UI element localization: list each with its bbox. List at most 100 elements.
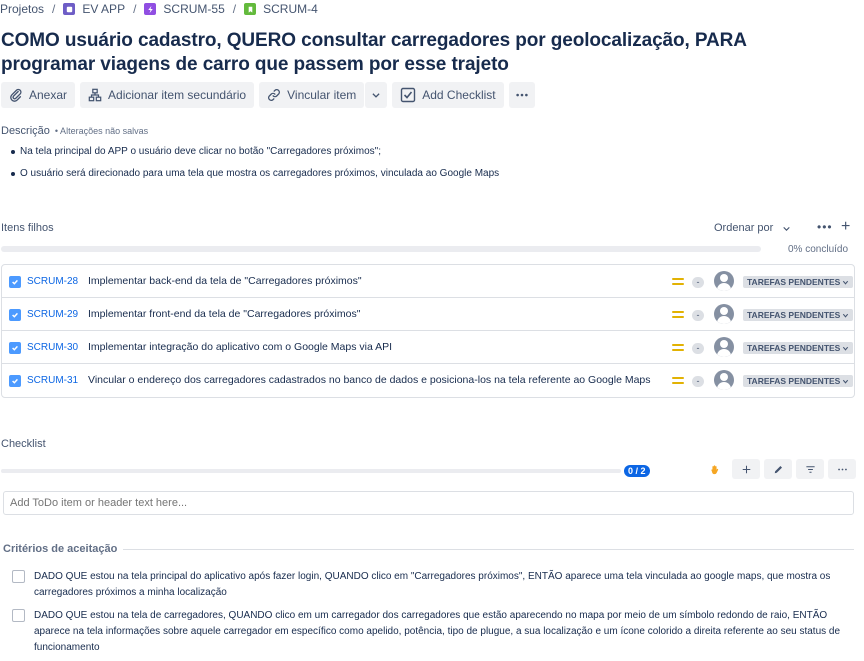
- status-dropdown[interactable]: TAREFAS PENDENTES: [743, 342, 854, 354]
- attach-button[interactable]: Anexar: [1, 82, 76, 108]
- chevron-down-icon: [783, 226, 791, 231]
- child-items-more-icon[interactable]: •••: [817, 220, 833, 234]
- add-checklist-button[interactable]: Add Checklist: [392, 82, 504, 108]
- checklist-item-text[interactable]: DADO QUE estou na tela de carregadores, …: [34, 608, 849, 656]
- checklist-progress-count: 0 / 2: [624, 465, 650, 477]
- status-dropdown[interactable]: TAREFAS PENDENTES: [743, 375, 854, 387]
- link-item-split-button: Vincular item: [259, 82, 388, 108]
- breadcrumb-epic-link[interactable]: SCRUM-55: [144, 2, 225, 16]
- add-child-button[interactable]: Adicionar item secundário: [80, 82, 255, 108]
- task-checkbox-icon: [9, 342, 21, 354]
- section-divider: [123, 548, 854, 550]
- status-dropdown[interactable]: TAREFAS PENDENTES: [743, 309, 854, 321]
- estimate-badge[interactable]: -: [692, 310, 704, 321]
- child-items-progress-bar: [1, 246, 761, 252]
- unassigned-avatar-icon[interactable]: [714, 304, 734, 324]
- add-child-plus-icon[interactable]: +: [841, 218, 850, 236]
- description-header: Descrição • Alterações não salvas: [1, 125, 148, 137]
- chevron-down-icon: [843, 280, 849, 285]
- checklist-item-checkbox[interactable]: [12, 609, 25, 622]
- estimate-badge[interactable]: -: [692, 376, 704, 387]
- issue-title[interactable]: COMO usuário cadastro, QUERO consultar c…: [1, 29, 841, 77]
- paperclip-icon: [10, 88, 22, 102]
- status-label: TAREFAS PENDENTES: [747, 343, 841, 353]
- checklist-item-text[interactable]: DADO QUE estou na tela principal do apli…: [34, 569, 849, 601]
- child-item-row[interactable]: SCRUM-30 Implementar integração do aplic…: [2, 331, 854, 364]
- issue-toolbar: Anexar Adicionar item secundário Vincula…: [1, 82, 535, 108]
- status-label: TAREFAS PENDENTES: [747, 376, 841, 386]
- link-item-label: Vincular item: [287, 88, 357, 102]
- child-item-row[interactable]: SCRUM-31 Vincular o endereço dos carrega…: [2, 364, 854, 397]
- description-bullet: Na tela principal do APP o usuário deve …: [8, 145, 499, 167]
- edit-pencil-icon[interactable]: [764, 459, 792, 479]
- priority-medium-icon[interactable]: [672, 278, 684, 286]
- unassigned-avatar-icon[interactable]: [714, 337, 734, 357]
- child-item-summary: Implementar integração do aplicativo com…: [88, 341, 393, 353]
- breadcrumb-projects-link[interactable]: Projetos: [0, 2, 44, 16]
- acceptance-criteria-label: Critérios de aceitação: [3, 543, 118, 555]
- order-by-label: Ordenar por: [714, 222, 774, 234]
- raise-hand-icon[interactable]: [700, 459, 728, 479]
- unassigned-avatar-icon[interactable]: [714, 271, 734, 291]
- estimate-badge[interactable]: -: [692, 277, 704, 288]
- priority-medium-icon[interactable]: [672, 344, 684, 352]
- add-child-label: Adicionar item secundário: [108, 88, 247, 102]
- task-checkbox-icon: [9, 276, 21, 288]
- story-bookmark-icon: [244, 3, 257, 15]
- child-items-header: Itens filhos Ordenar por ••• +: [1, 218, 857, 238]
- filter-icon[interactable]: [796, 459, 824, 479]
- breadcrumb-issue-label: SCRUM-4: [263, 2, 318, 16]
- checklist-item: DADO QUE estou na tela de carregadores, …: [12, 608, 849, 656]
- link-icon: [268, 89, 281, 101]
- unsaved-changes-note: • Alterações não salvas: [54, 126, 149, 136]
- more-actions-button[interactable]: [508, 82, 535, 108]
- link-item-dropdown-button[interactable]: [365, 82, 388, 108]
- breadcrumb-epic-label: SCRUM-55: [163, 2, 225, 16]
- breadcrumb: Projetos / EV APP / SCRUM-55 / SCRUM-4: [0, 1, 318, 17]
- unassigned-avatar-icon[interactable]: [714, 370, 734, 390]
- child-items-progress-text: 0% concluído: [788, 244, 849, 255]
- breadcrumb-separator: /: [232, 2, 237, 16]
- child-item-summary: Implementar back-end da tela de "Carrega…: [88, 275, 362, 287]
- chevron-down-icon: [843, 346, 849, 351]
- breadcrumb-project-label: EV APP: [82, 2, 126, 16]
- child-items-label: Itens filhos: [1, 222, 54, 234]
- link-item-button[interactable]: Vincular item: [259, 82, 365, 108]
- breadcrumb-separator: /: [133, 2, 137, 16]
- estimate-badge[interactable]: -: [692, 343, 704, 354]
- task-checkbox-icon: [9, 375, 21, 387]
- child-item-row[interactable]: SCRUM-29 Implementar front-end da tela d…: [2, 298, 854, 331]
- checklist-item-checkbox[interactable]: [12, 570, 25, 583]
- child-items-table: SCRUM-28 Implementar back-end da tela de…: [1, 264, 855, 398]
- add-todo-input[interactable]: [3, 491, 854, 515]
- child-item-key-link[interactable]: SCRUM-30: [27, 342, 78, 353]
- priority-medium-icon[interactable]: [672, 311, 684, 319]
- child-item-row[interactable]: SCRUM-28 Implementar back-end da tela de…: [2, 265, 854, 298]
- hierarchy-icon: [88, 88, 102, 102]
- breadcrumb-issue-link[interactable]: SCRUM-4: [244, 2, 318, 16]
- checklist-label: Checklist: [1, 438, 46, 450]
- chevron-down-icon: [843, 313, 849, 318]
- status-label: TAREFAS PENDENTES: [747, 310, 841, 320]
- checklist-progress-bar: [1, 469, 621, 473]
- more-horizontal-icon: [515, 93, 528, 97]
- checklist-tools: [700, 459, 856, 479]
- task-checkbox-icon: [9, 309, 21, 321]
- attach-label: Anexar: [29, 88, 68, 102]
- add-item-plus-icon[interactable]: [732, 459, 760, 479]
- breadcrumb-project-link[interactable]: EV APP: [63, 2, 125, 16]
- status-dropdown[interactable]: TAREFAS PENDENTES: [743, 276, 854, 288]
- order-by-dropdown[interactable]: Ordenar por: [714, 222, 791, 234]
- description-body[interactable]: Na tela principal do APP o usuário deve …: [8, 145, 499, 189]
- child-item-key-link[interactable]: SCRUM-31: [27, 375, 78, 386]
- chevron-down-icon: [372, 93, 380, 98]
- checklist-more-icon[interactable]: [828, 459, 856, 479]
- checklist-section-header: Critérios de aceitação: [3, 543, 854, 555]
- child-item-key-link[interactable]: SCRUM-29: [27, 309, 78, 320]
- project-avatar-icon: [63, 3, 76, 15]
- add-checklist-label: Add Checklist: [422, 88, 496, 102]
- child-item-key-link[interactable]: SCRUM-28: [27, 276, 78, 287]
- priority-medium-icon[interactable]: [672, 377, 684, 385]
- description-bullet: O usuário será direcionado para uma tela…: [8, 167, 499, 189]
- child-item-summary: Vincular o endereço dos carregadores cad…: [88, 374, 651, 386]
